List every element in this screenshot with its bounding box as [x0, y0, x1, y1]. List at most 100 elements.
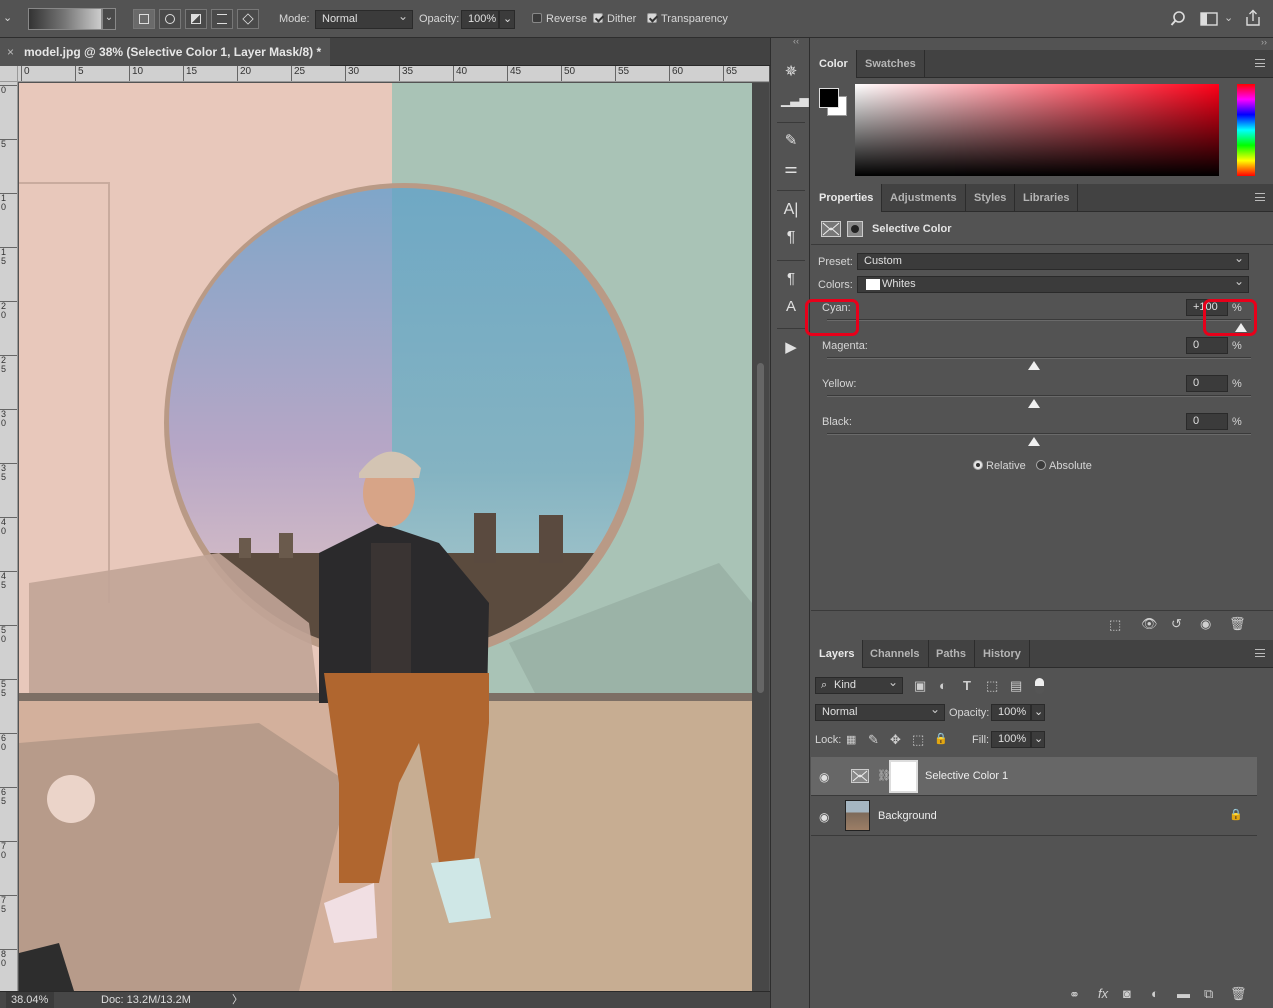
- filter-shape-icon[interactable]: ⬚: [986, 678, 998, 694]
- radio-absolute-dot[interactable]: [1036, 460, 1046, 470]
- slider-track[interactable]: [827, 357, 1251, 359]
- delete-adjustment-icon[interactable]: 🗑: [1229, 616, 1246, 632]
- selective-color-adjustment-icon[interactable]: [821, 221, 841, 237]
- radio-absolute[interactable]: Absolute: [1036, 460, 1092, 472]
- brush-icon[interactable]: ✎: [781, 131, 801, 151]
- layers-panel-menu-icon[interactable]: [1255, 649, 1265, 657]
- character-icon[interactable]: A|: [781, 200, 801, 220]
- tab-styles[interactable]: Styles: [966, 184, 1016, 212]
- slider-track[interactable]: [827, 395, 1251, 397]
- layer-mask-icon[interactable]: [847, 221, 863, 237]
- tab-swatches[interactable]: Swatches: [857, 50, 925, 78]
- vertical-scrollbar[interactable]: [752, 83, 769, 991]
- status-menu-arrow[interactable]: 〉: [232, 992, 243, 1008]
- lock-transparent-icon[interactable]: ▦: [846, 733, 856, 746]
- reverse-checkbox-box[interactable]: [532, 13, 542, 23]
- reset-icon[interactable]: ↺: [1171, 616, 1182, 632]
- paragraph-styles-icon[interactable]: ¶: [781, 269, 801, 289]
- vertical-scroll-thumb[interactable]: [757, 363, 764, 693]
- horizontal-ruler[interactable]: 0 5 10 15 20 25 30 35 40 45 50 55 60 65: [18, 66, 769, 82]
- dither-checkbox-box[interactable]: [593, 13, 603, 23]
- filter-adjustment-icon[interactable]: ◐: [939, 678, 947, 693]
- filter-toggle-icon[interactable]: [1035, 678, 1044, 694]
- tool-presets-icon[interactable]: ⚌: [781, 159, 801, 179]
- tab-libraries[interactable]: Libraries: [1015, 184, 1079, 212]
- tab-channels[interactable]: Channels: [862, 640, 929, 668]
- tab-layers[interactable]: Layers: [811, 640, 864, 668]
- fill-input[interactable]: 100%: [991, 731, 1031, 748]
- colors-dropdown[interactable]: Whites: [857, 274, 1249, 293]
- lock-artboard-icon[interactable]: ⬚: [912, 732, 924, 748]
- hue-slider[interactable]: [1237, 84, 1255, 176]
- slider-value-input[interactable]: 0: [1186, 375, 1228, 392]
- transparency-checkbox-box[interactable]: [647, 13, 657, 23]
- new-group-icon[interactable]: ▬: [1177, 986, 1190, 1001]
- mode-dropdown[interactable]: Normal: [315, 8, 413, 29]
- workspace-chevron-icon[interactable]: ⌄: [1224, 9, 1233, 28]
- blend-mode-dropdown[interactable]: Normal: [815, 702, 945, 721]
- tab-properties[interactable]: Properties: [811, 184, 883, 212]
- foreground-color-swatch[interactable]: [819, 88, 839, 108]
- new-adjustment-layer-icon[interactable]: ◐: [1151, 986, 1159, 1001]
- slider-value-input[interactable]: 0: [1186, 413, 1228, 430]
- slider-track[interactable]: [827, 433, 1251, 435]
- reflected-gradient-button[interactable]: [211, 9, 233, 29]
- layer-style-fx-icon[interactable]: fx: [1098, 986, 1108, 1001]
- tab-history[interactable]: History: [975, 640, 1030, 668]
- layer-opacity-input[interactable]: 100%: [991, 704, 1031, 721]
- properties-panel-menu-icon[interactable]: [1255, 193, 1265, 201]
- radio-relative[interactable]: Relative: [973, 460, 1026, 472]
- layer-opacity-chevron-icon[interactable]: ⌄: [1031, 704, 1045, 721]
- radio-relative-dot[interactable]: [973, 460, 983, 470]
- actions-play-icon[interactable]: ▶: [781, 338, 801, 358]
- slider-value-input[interactable]: 0: [1186, 337, 1228, 354]
- layer-visibility-eye-icon[interactable]: ◉: [819, 770, 829, 784]
- collapse-icon[interactable]: ‹‹: [793, 36, 799, 46]
- layer-mask-thumbnail[interactable]: [889, 760, 918, 793]
- reverse-checkbox[interactable]: Reverse: [532, 10, 587, 29]
- expand-icon[interactable]: ››: [1261, 37, 1267, 47]
- slider-thumb[interactable]: [1028, 399, 1040, 408]
- color-saturation-field[interactable]: [855, 84, 1219, 176]
- gradient-picker-chevron-icon[interactable]: ⌄: [102, 8, 116, 30]
- share-icon[interactable]: [1244, 9, 1262, 27]
- clip-to-layer-icon[interactable]: ⬚: [1109, 617, 1121, 633]
- linear-gradient-button[interactable]: [133, 9, 155, 29]
- opacity-chevron-icon[interactable]: ⌄: [499, 10, 515, 29]
- slider-track[interactable]: [827, 319, 1251, 321]
- view-previous-state-icon[interactable]: 👁: [1141, 616, 1158, 632]
- lock-image-icon[interactable]: ✎: [868, 732, 879, 748]
- fill-chevron-icon[interactable]: ⌄: [1031, 731, 1045, 748]
- new-layer-icon[interactable]: ⧉: [1204, 986, 1213, 1002]
- layer-row-background[interactable]: ◉ Background 🔒: [811, 797, 1257, 836]
- transparency-checkbox[interactable]: Transparency: [647, 10, 728, 29]
- close-tab-icon[interactable]: ×: [7, 38, 14, 66]
- link-layers-icon[interactable]: ⚭: [1069, 987, 1080, 1003]
- search-icon[interactable]: [1170, 11, 1186, 27]
- color-panel-menu-icon[interactable]: [1255, 59, 1265, 67]
- layer-visibility-eye-icon[interactable]: ◉: [819, 810, 829, 824]
- ruler-origin[interactable]: [0, 66, 18, 82]
- lock-all-icon[interactable]: 🔒: [934, 732, 948, 745]
- filter-type-icon[interactable]: T: [963, 678, 971, 693]
- toggle-visibility-icon[interactable]: ◉: [1200, 616, 1211, 632]
- add-mask-icon[interactable]: ◙: [1123, 986, 1131, 1001]
- filter-smart-object-icon[interactable]: ▤: [1010, 678, 1022, 694]
- filter-pixel-icon[interactable]: ▣: [914, 678, 926, 694]
- navigator-icon[interactable]: ✵: [781, 62, 801, 82]
- tool-preset-chevron-icon[interactable]: ⌄: [3, 9, 12, 28]
- layer-row-selective-color[interactable]: ◉ ⛓ Selective Color 1: [811, 757, 1257, 796]
- opacity-input[interactable]: 100%: [461, 10, 499, 29]
- zoom-level-field[interactable]: 38.04%: [6, 992, 54, 1008]
- angle-gradient-button[interactable]: [185, 9, 207, 29]
- paragraph-icon[interactable]: ¶: [781, 228, 801, 248]
- layer-filter-dropdown[interactable]: ⌕ Kind: [815, 675, 903, 694]
- workspace-icon[interactable]: [1200, 12, 1218, 26]
- slider-thumb[interactable]: [1028, 437, 1040, 446]
- slider-thumb[interactable]: [1028, 361, 1040, 370]
- preset-dropdown[interactable]: Custom: [857, 251, 1249, 270]
- delete-layer-icon[interactable]: 🗑: [1230, 986, 1247, 1002]
- histogram-icon[interactable]: ▁▃▅: [781, 90, 809, 110]
- dither-checkbox[interactable]: Dither: [593, 10, 636, 29]
- document-tab[interactable]: model.jpg @ 38% (Selective Color 1, Laye…: [0, 38, 330, 66]
